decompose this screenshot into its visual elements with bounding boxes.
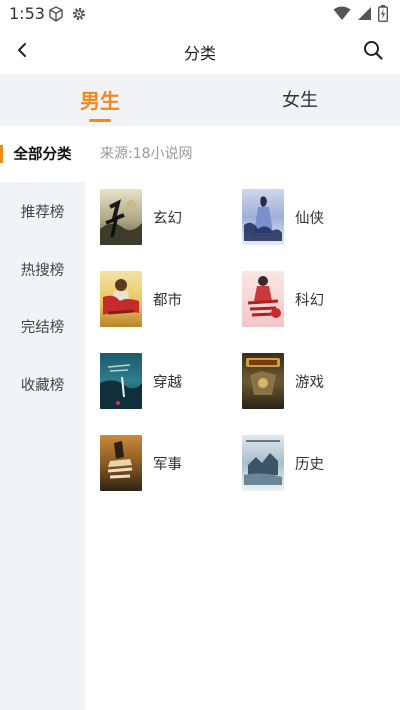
book-cover <box>242 271 284 327</box>
book-cover <box>100 353 142 409</box>
sidebar-item-completed[interactable]: 完结榜 <box>0 299 85 355</box>
status-time: 1:53 <box>9 4 45 23</box>
sidebar-item-recommend[interactable]: 推荐榜 <box>0 184 85 240</box>
search-icon <box>364 41 383 60</box>
book-cover <box>242 189 284 245</box>
settings-icon <box>71 6 87 22</box>
source-label: 来源:18小说网 <box>100 146 193 162</box>
battery-icon <box>377 5 389 26</box>
category-item[interactable]: 穿越 <box>100 353 240 409</box>
wifi-icon <box>333 6 351 25</box>
category-label: 都市 <box>153 293 182 309</box>
active-indicator <box>0 145 3 163</box>
status-bar: 1:53 <box>0 0 400 28</box>
sidebar-item-label: 收藏榜 <box>20 378 65 394</box>
category-label: 游戏 <box>295 375 324 391</box>
sidebar-item-hot-search[interactable]: 热搜榜 <box>0 242 85 298</box>
category-label: 历史 <box>295 457 324 473</box>
book-cover <box>242 435 284 491</box>
category-label: 穿越 <box>153 375 182 391</box>
sidebar-item-favorites[interactable]: 收藏榜 <box>0 357 85 413</box>
tab-underline <box>89 119 111 122</box>
sidebar-item-label: 推荐榜 <box>20 205 65 221</box>
sidebar-item-label: 完结榜 <box>20 320 65 336</box>
book-cover <box>100 271 142 327</box>
book-cover <box>100 435 142 491</box>
gender-tabs: 男生 女生 <box>0 74 400 126</box>
search-button[interactable] <box>360 37 386 63</box>
signal-icon <box>357 6 372 25</box>
category-item[interactable]: 玄幻 <box>100 189 240 245</box>
page-title: 分类 <box>183 44 216 63</box>
category-item[interactable]: 历史 <box>242 435 382 491</box>
category-item[interactable]: 都市 <box>100 271 240 327</box>
book-cover <box>242 353 284 409</box>
category-item[interactable]: 军事 <box>100 435 240 491</box>
category-content: 来源:18小说网 玄幻 仙侠 都市 科幻 穿越 游戏 军事 历史 <box>85 126 400 710</box>
tab-label: 女生 <box>282 90 318 111</box>
header: 分类 <box>0 28 400 74</box>
category-item[interactable]: 游戏 <box>242 353 382 409</box>
category-label: 军事 <box>153 457 182 473</box>
tab-label: 男生 <box>80 89 120 113</box>
category-label: 仙侠 <box>295 211 324 227</box>
category-sidebar: 全部分类 推荐榜 热搜榜 完结榜 收藏榜 <box>0 126 85 710</box>
category-label: 科幻 <box>295 293 324 309</box>
cube-icon <box>48 6 64 22</box>
category-item[interactable]: 科幻 <box>242 271 382 327</box>
book-cover <box>100 189 142 245</box>
category-item[interactable]: 仙侠 <box>242 189 382 245</box>
sidebar-item-label: 热搜榜 <box>20 263 65 279</box>
sidebar-item-label: 全部分类 <box>13 147 72 163</box>
category-label: 玄幻 <box>153 211 182 227</box>
sidebar-item-all[interactable]: 全部分类 <box>0 126 85 182</box>
tab-female[interactable]: 女生 <box>200 74 400 126</box>
